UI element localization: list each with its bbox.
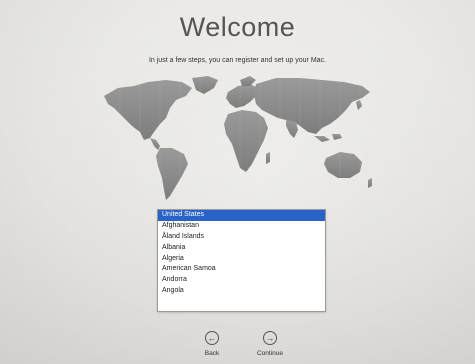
- country-list[interactable]: United States Afghanistan Åland Islands …: [157, 209, 326, 312]
- country-item[interactable]: American Samoa: [158, 264, 325, 275]
- arrow-left-circle-icon[interactable]: ←: [205, 331, 219, 345]
- country-item[interactable]: Angola: [158, 286, 325, 297]
- country-list-scrollbar[interactable]: [321, 210, 325, 311]
- country-item[interactable]: United States: [158, 210, 325, 221]
- country-item[interactable]: Afghanistan: [158, 221, 325, 232]
- country-item[interactable]: Algeria: [158, 254, 325, 265]
- page-title: Welcome: [179, 12, 296, 42]
- world-map: [104, 74, 372, 204]
- country-item[interactable]: Albania: [158, 243, 325, 254]
- back-label: Back: [204, 350, 220, 357]
- back-button[interactable]: ← Back: [192, 331, 232, 357]
- page-subtitle: In just a few steps, you can register an…: [148, 57, 327, 64]
- arrow-right-circle-icon[interactable]: →: [263, 331, 277, 345]
- continue-label: Continue: [256, 350, 284, 357]
- continue-button[interactable]: → Continue: [250, 331, 290, 357]
- country-item[interactable]: Åland Islands: [158, 232, 325, 243]
- country-item[interactable]: Andorra: [158, 275, 325, 286]
